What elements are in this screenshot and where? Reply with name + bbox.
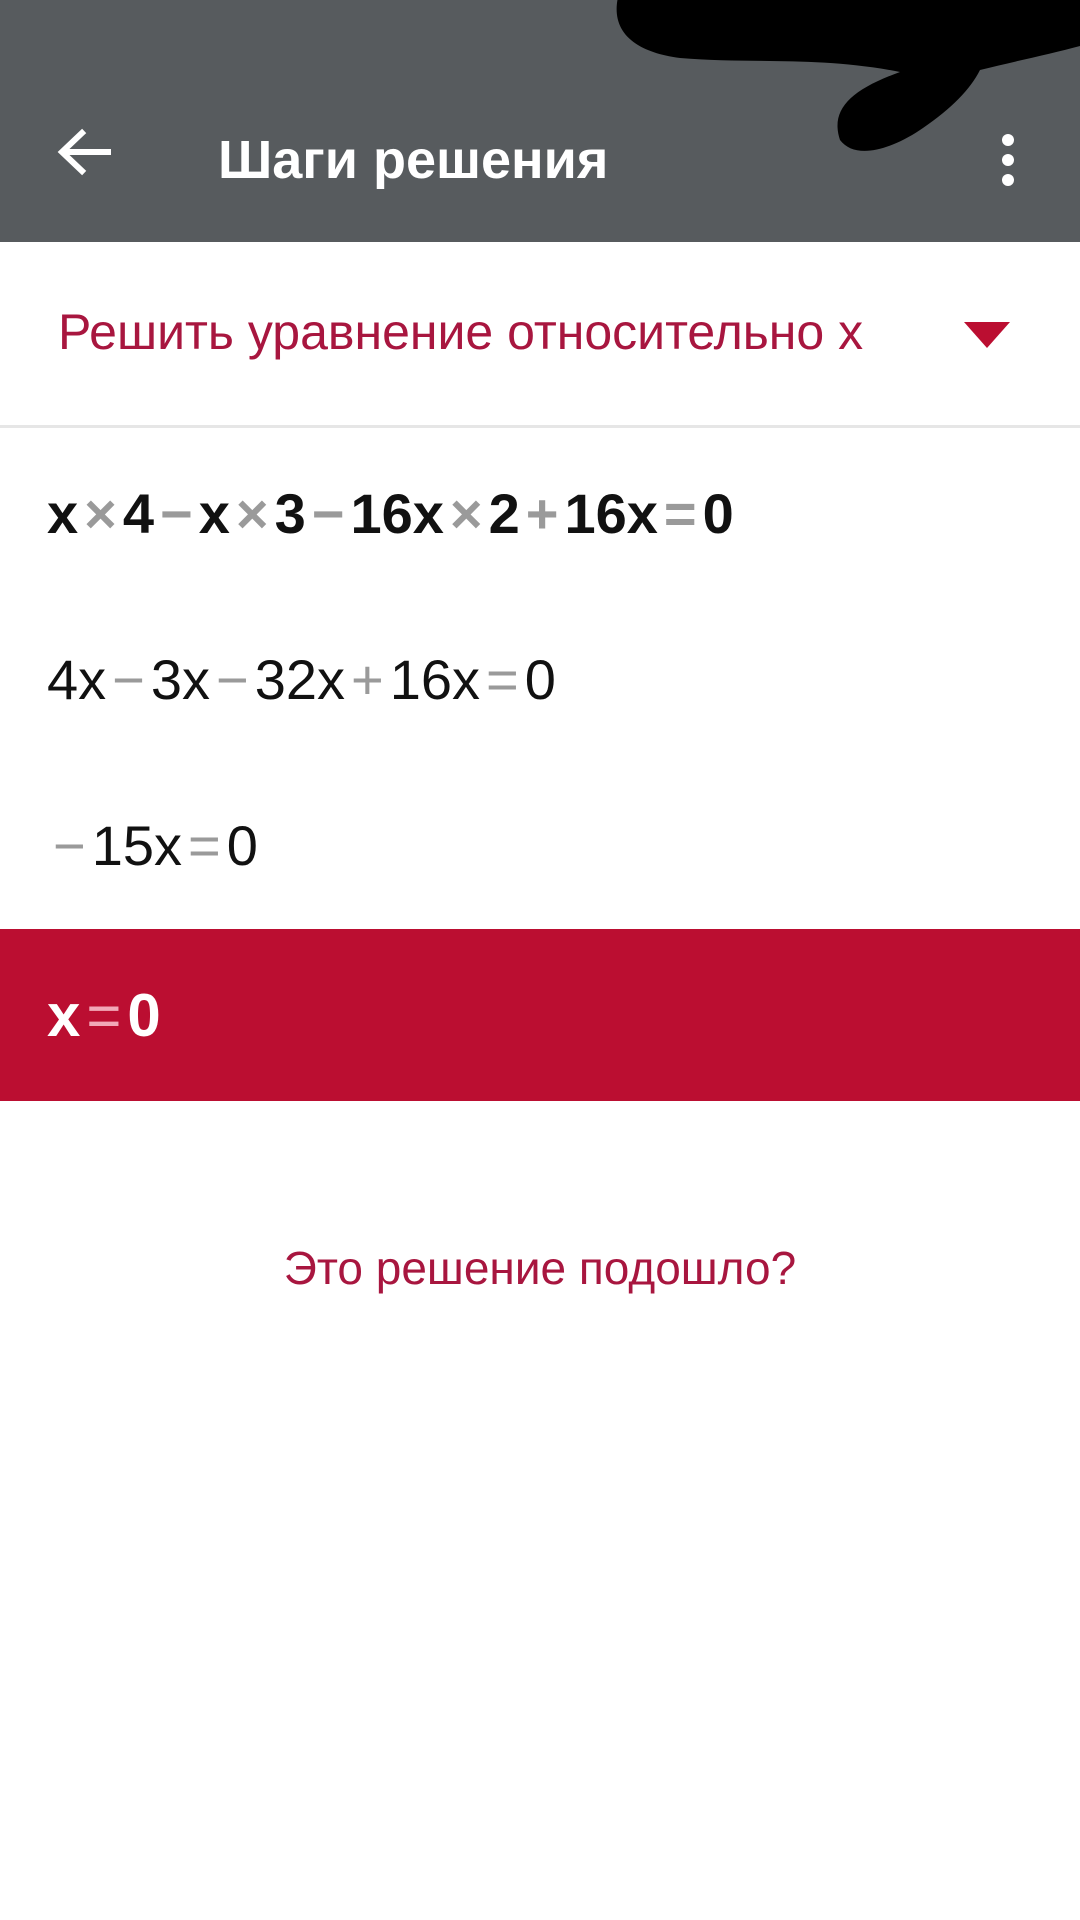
- operator-symbol: ×: [449, 481, 483, 545]
- equation-term: 4: [122, 481, 155, 545]
- equation-term: 0: [702, 481, 734, 545]
- operator-symbol: =: [188, 813, 221, 877]
- equation-term: 2: [488, 481, 520, 545]
- equation-term: 15x: [91, 813, 182, 877]
- operator-symbol: +: [525, 481, 559, 545]
- operator-symbol: +: [351, 647, 384, 711]
- equation-term: 3: [274, 481, 306, 545]
- back-button[interactable]: [44, 112, 124, 192]
- more-options-button[interactable]: [978, 120, 1038, 200]
- equation-term: 0: [127, 981, 161, 1049]
- operator-symbol: ×: [235, 481, 269, 545]
- operator-symbol: −: [112, 647, 145, 711]
- operator-symbol: −: [311, 481, 345, 545]
- arrow-left-icon: [57, 128, 111, 176]
- equation-term: 0: [226, 813, 258, 877]
- solution-step-derivative[interactable]: 4x −3x −32x +16x = 0: [0, 596, 1080, 762]
- equation-term: 4x: [47, 647, 107, 711]
- solution-step-original[interactable]: x × 4− x × 3−16x × 2 +16x = 0: [0, 430, 1080, 596]
- page-title: Шаги решения: [218, 130, 609, 190]
- equation-term: x: [47, 481, 79, 545]
- caret-down-icon: [964, 322, 1010, 348]
- solve-mode-selector[interactable]: Решить уравнение относительно x: [0, 242, 1080, 428]
- operator-symbol: =: [86, 981, 122, 1049]
- operator-symbol: −: [53, 813, 86, 877]
- equation-term: 3x: [150, 647, 211, 711]
- feedback-link[interactable]: Это решение подошло?: [0, 1240, 1080, 1296]
- solution-step-simplified[interactable]: −15x = 0: [0, 762, 1080, 928]
- solve-mode-label: Решить уравнение относительно x: [58, 304, 864, 360]
- equation-term: 16x: [564, 481, 658, 545]
- equation-term: 16x: [389, 647, 481, 711]
- app-bar: Шаги решения: [0, 0, 1080, 242]
- solution-step-result[interactable]: x = 0: [0, 929, 1080, 1101]
- operator-symbol: −: [160, 481, 193, 545]
- operator-symbol: ×: [84, 481, 117, 545]
- operator-symbol: =: [663, 481, 697, 545]
- equation-term: 16x: [350, 481, 444, 545]
- equation-term: x: [47, 981, 81, 1049]
- operator-symbol: −: [216, 647, 249, 711]
- operator-symbol: =: [486, 647, 519, 711]
- equation-term: 32x: [254, 647, 346, 711]
- more-vert-icon: [1002, 134, 1014, 186]
- equation-term: x: [198, 481, 230, 545]
- equation-term: 0: [524, 647, 556, 711]
